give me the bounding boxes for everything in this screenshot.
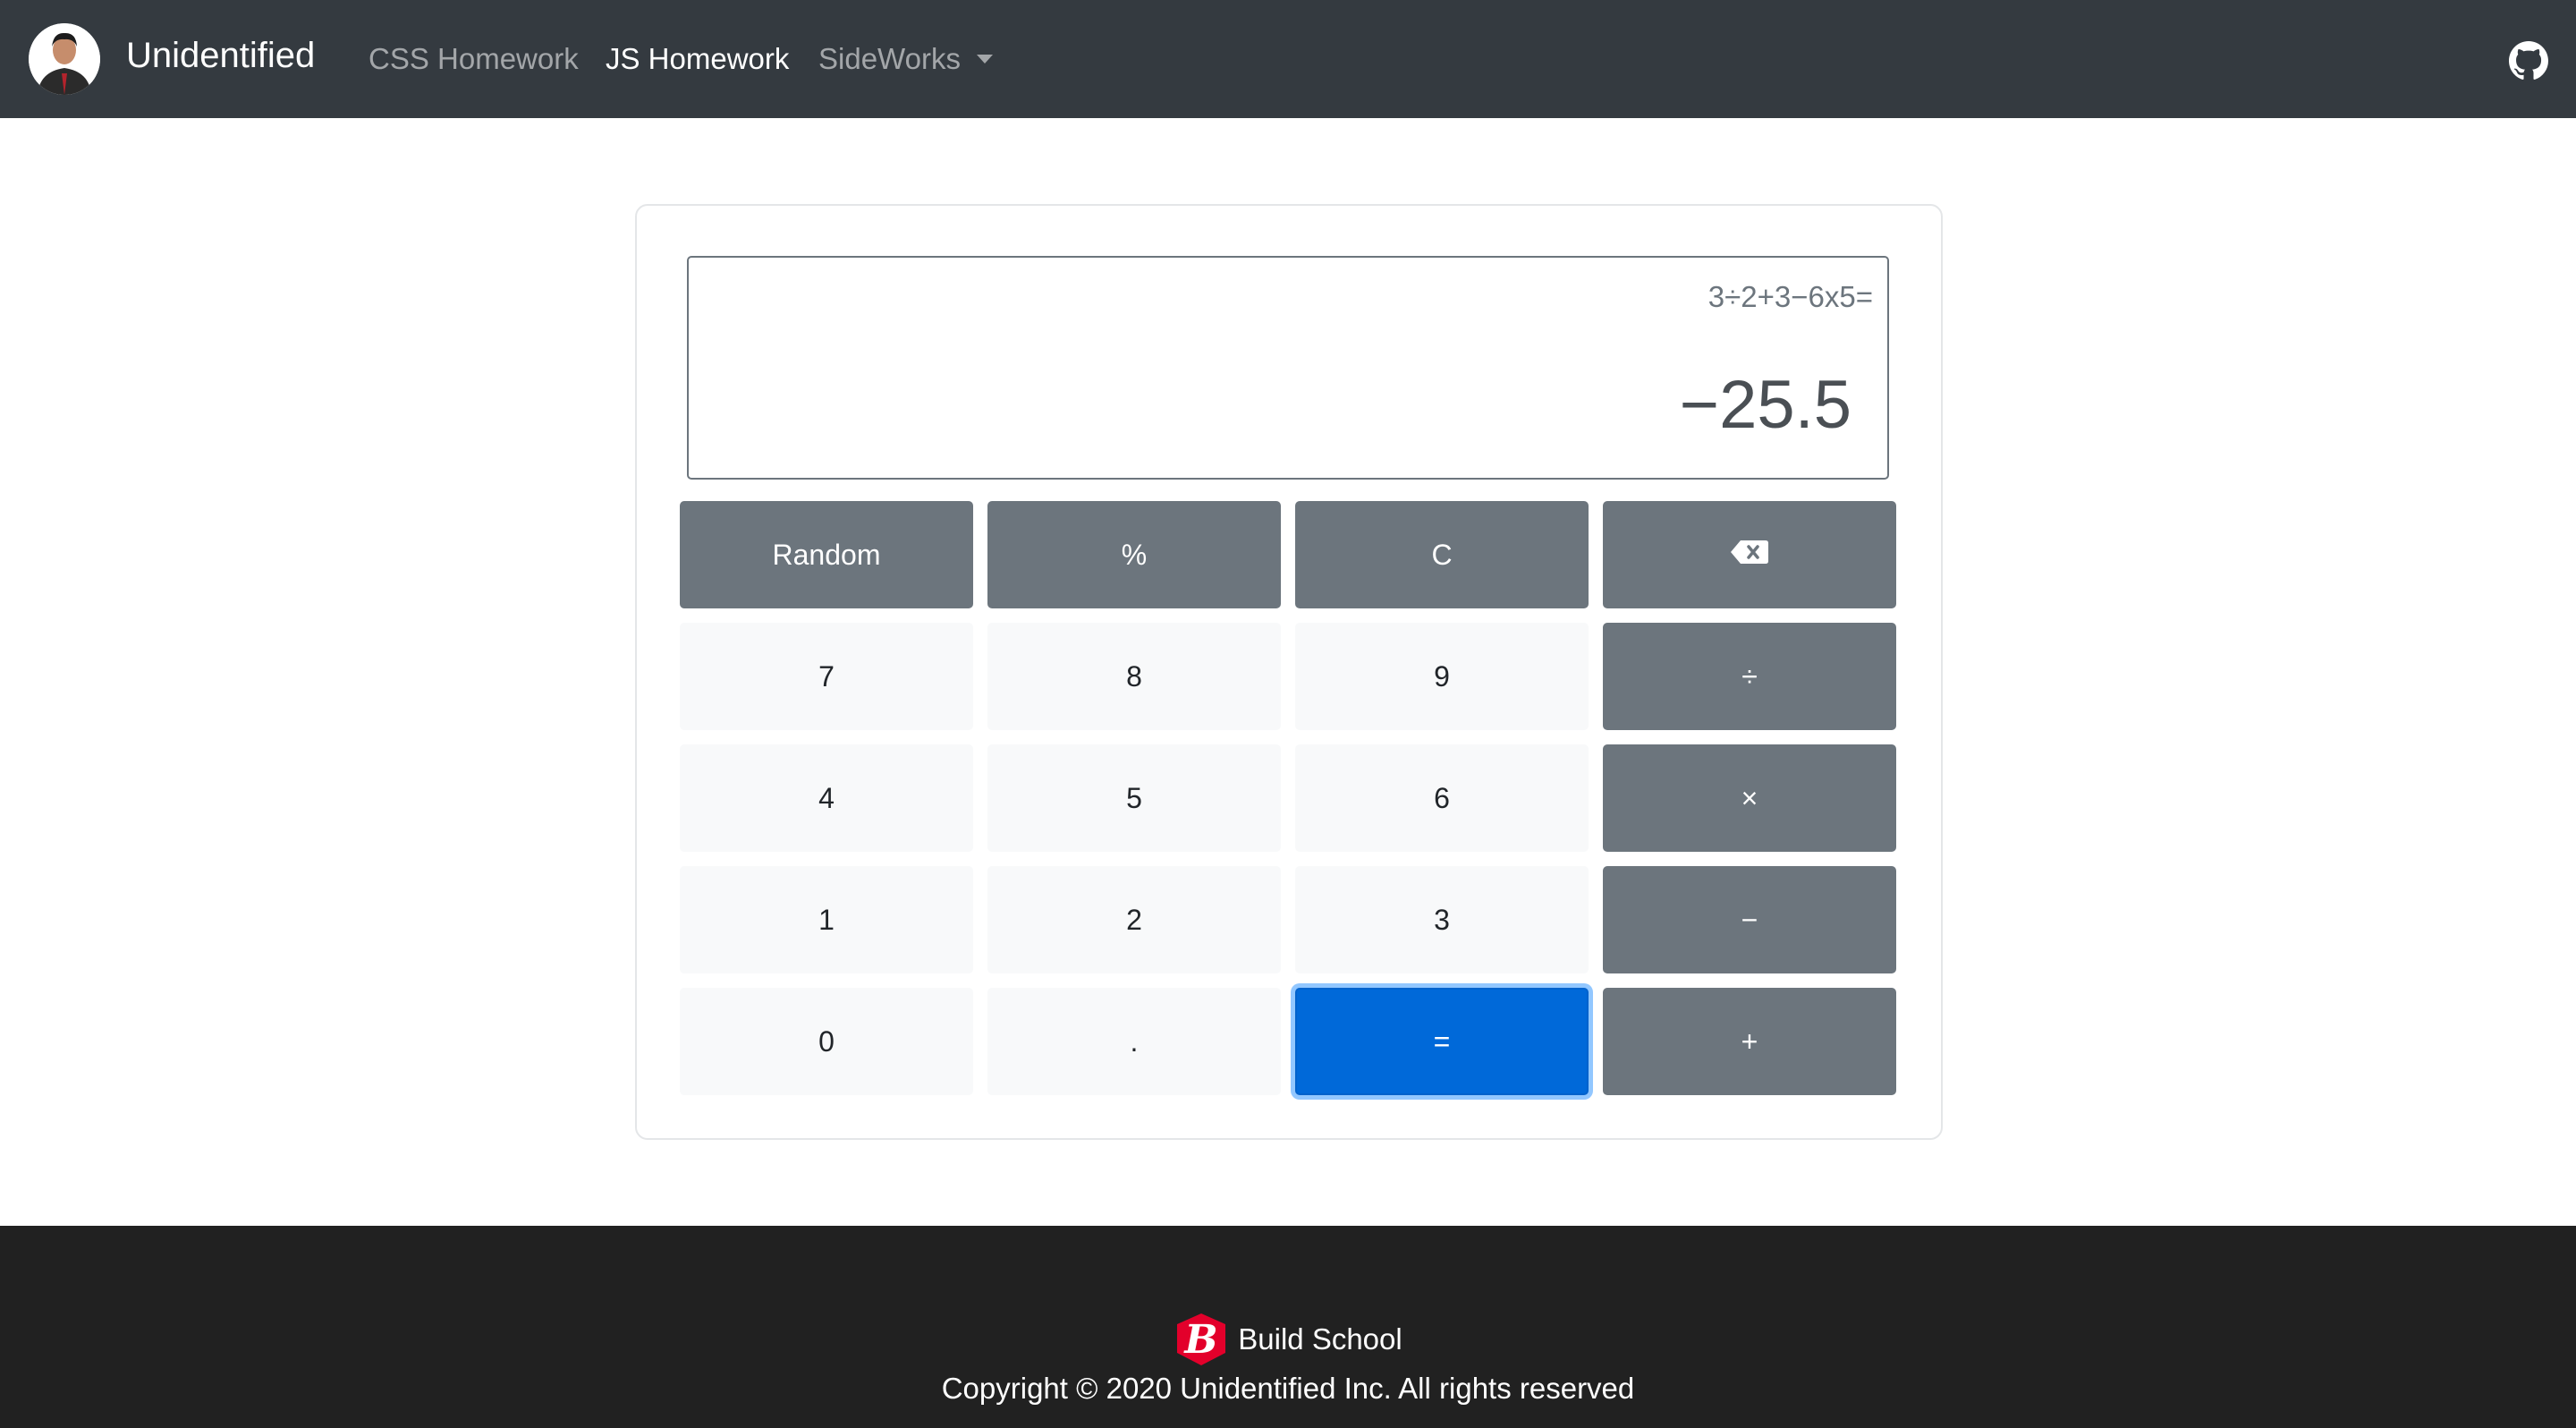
digit-1-button[interactable]: 1 [680, 866, 973, 973]
avatar[interactable] [29, 23, 100, 95]
nav-link-js-homework[interactable]: JS Homework [606, 39, 789, 79]
expression-text: 3÷2+3−6x5= [1707, 280, 1873, 313]
svg-text:B: B [1183, 1317, 1218, 1363]
backspace-icon [1730, 539, 1769, 572]
divide-button[interactable]: ÷ [1603, 623, 1896, 730]
footer-school-name: Build School [1238, 1322, 1402, 1356]
multiply-button[interactable]: × [1603, 744, 1896, 852]
copyright-text: Copyright © 2020 Unidentified Inc. All r… [941, 1372, 1635, 1405]
digit-5-button[interactable]: 5 [987, 744, 1281, 852]
digit-8-button[interactable]: 8 [987, 623, 1281, 730]
digit-7-button[interactable]: 7 [680, 623, 973, 730]
percent-button[interactable]: % [987, 501, 1281, 608]
subtract-button[interactable]: − [1603, 866, 1896, 973]
caret-down-icon [976, 55, 993, 64]
add-button[interactable]: + [1603, 988, 1896, 1095]
github-icon[interactable] [2509, 41, 2548, 81]
nav-link-css-homework[interactable]: CSS Homework [369, 39, 579, 79]
top-navbar: Unidentified CSS Homework JS Homework Si… [0, 0, 2576, 118]
calculator-display: 3÷2+3−6x5= −25.5 [687, 256, 1889, 480]
digit-9-button[interactable]: 9 [1295, 623, 1589, 730]
equals-button[interactable]: = [1295, 988, 1589, 1095]
digit-0-button[interactable]: 0 [680, 988, 973, 1095]
backspace-button[interactable] [1603, 501, 1896, 608]
footer-brand: B Build School [0, 1312, 2576, 1367]
build-school-logo-icon: B [1174, 1312, 1229, 1367]
nav-dropdown-sideworks[interactable]: SideWorks [818, 39, 993, 79]
digit-2-button[interactable]: 2 [987, 866, 1281, 973]
brand-title[interactable]: Unidentified [126, 32, 315, 79]
result-text: −25.5 [1679, 367, 1852, 443]
digit-4-button[interactable]: 4 [680, 744, 973, 852]
footer: B Build School Copyright © 2020 Unidenti… [0, 1226, 2576, 1428]
digit-6-button[interactable]: 6 [1295, 744, 1589, 852]
nav-link-sideworks-label: SideWorks [818, 42, 961, 75]
random-button[interactable]: Random [680, 501, 973, 608]
digit-3-button[interactable]: 3 [1295, 866, 1589, 973]
clear-button[interactable]: C [1295, 501, 1589, 608]
decimal-button[interactable]: . [987, 988, 1281, 1095]
